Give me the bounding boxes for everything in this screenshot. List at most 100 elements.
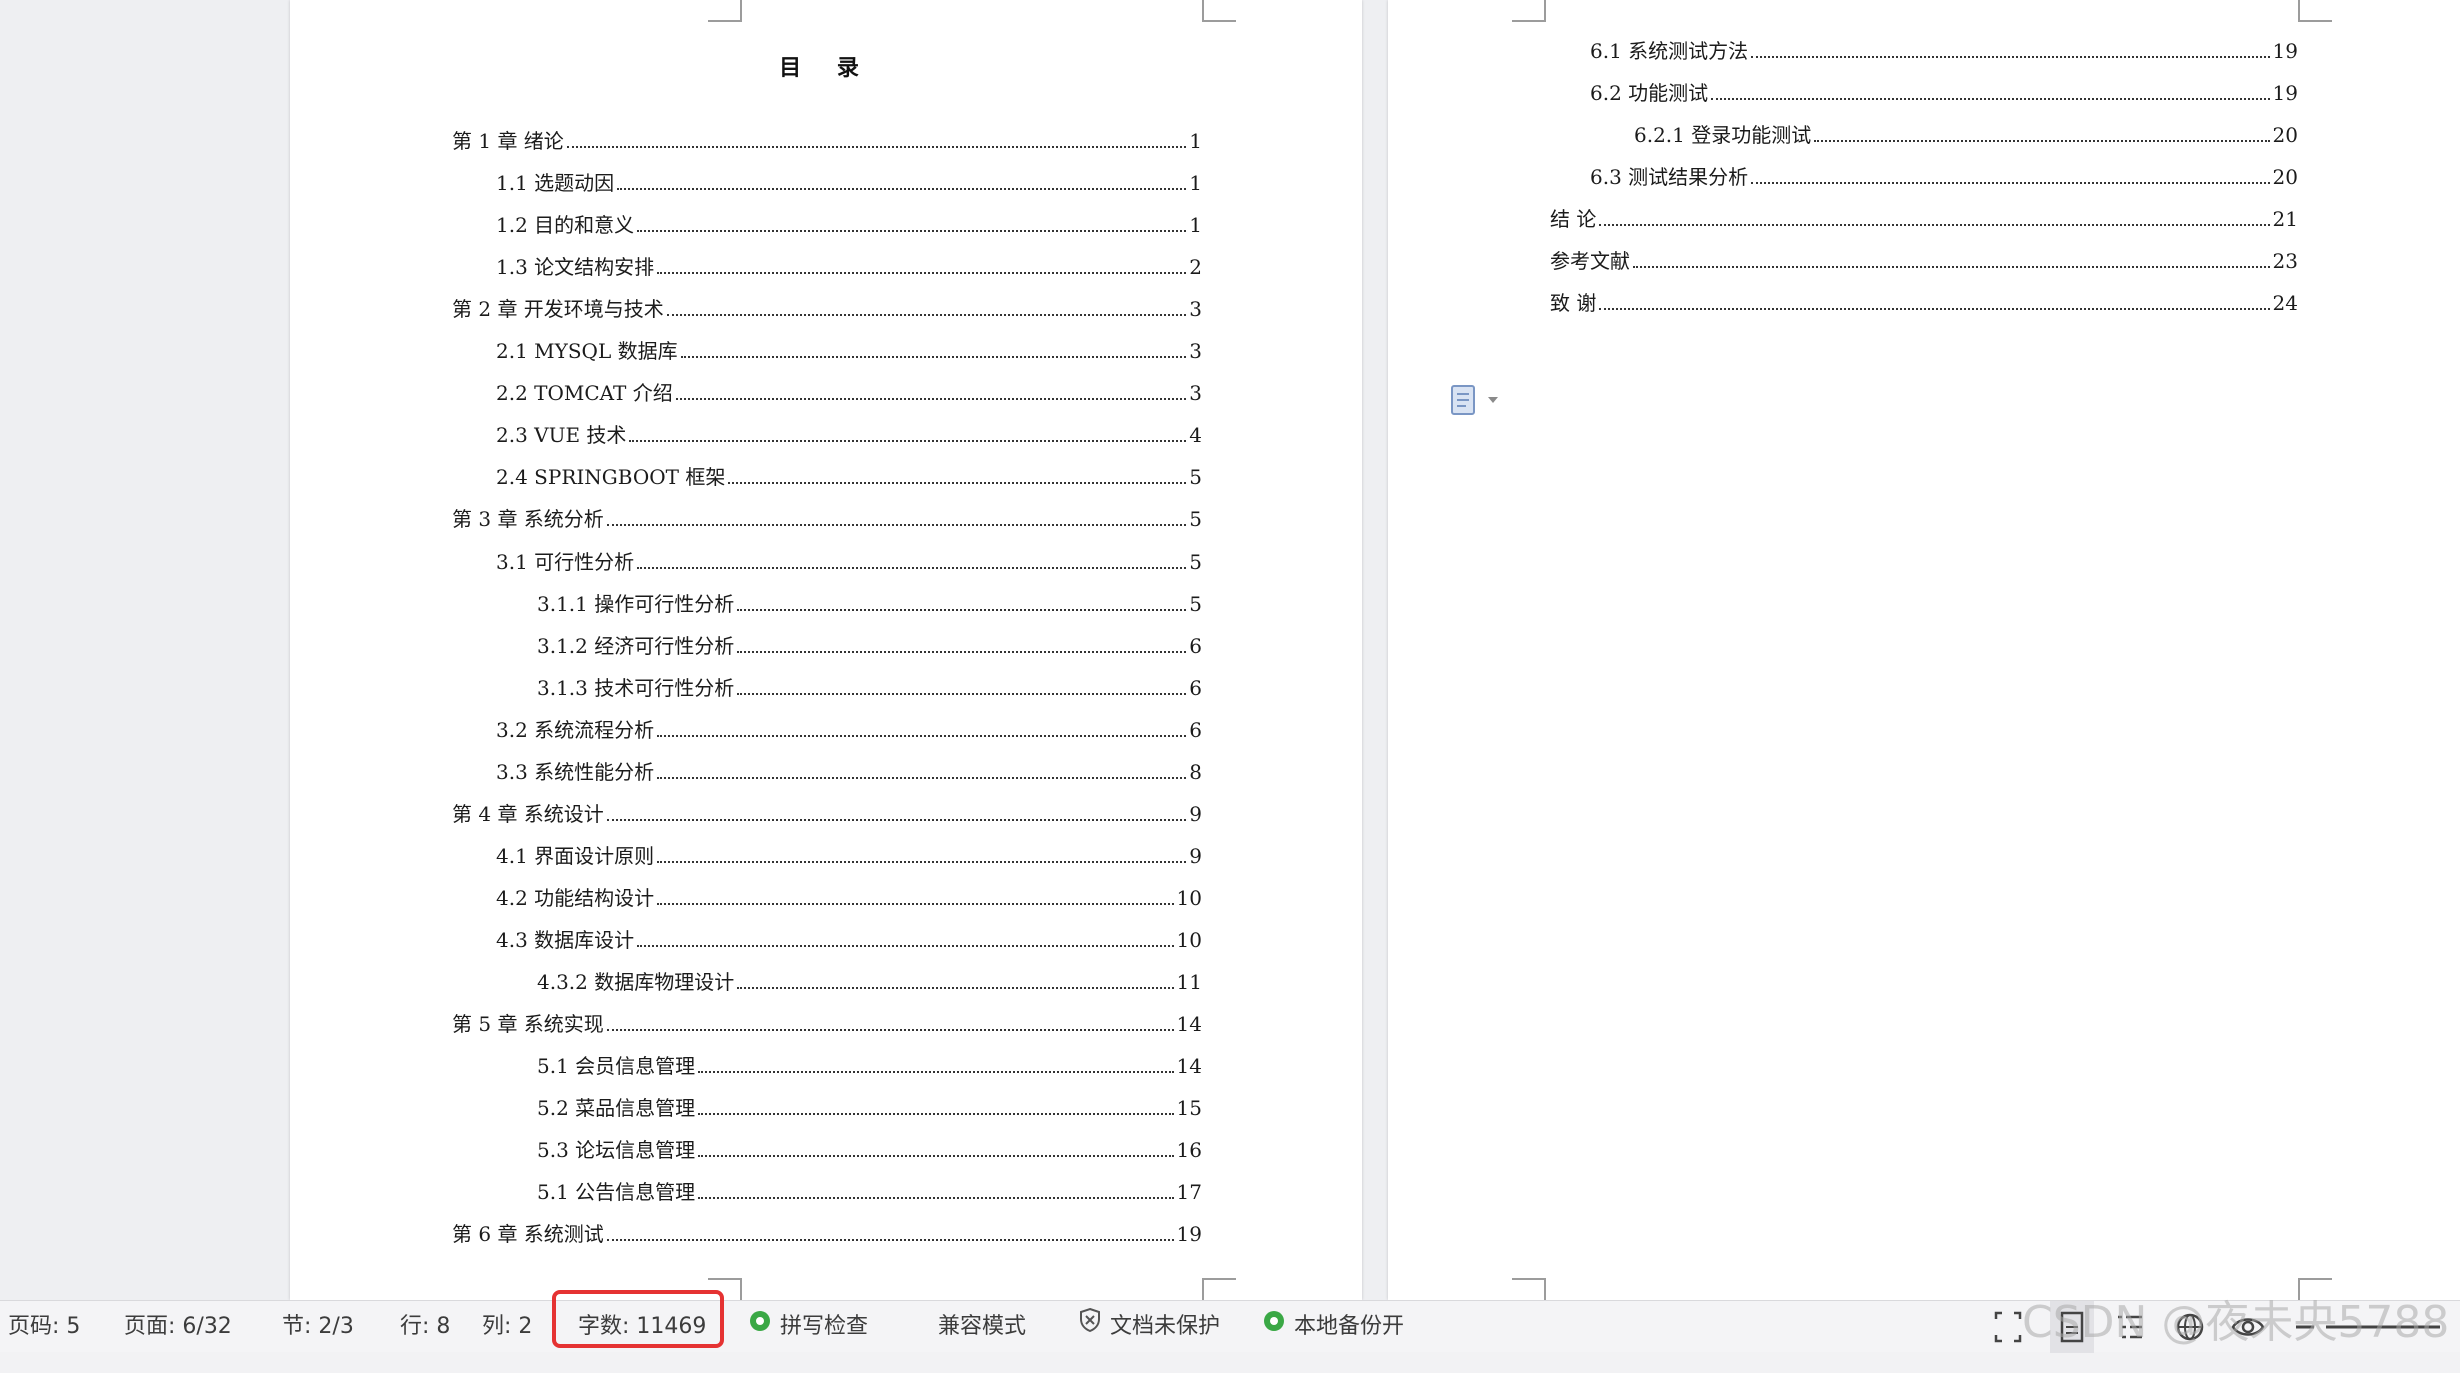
spell-check-button[interactable]: 拼写检查 (748, 1301, 868, 1353)
toc-entry-title: 第 1 章 绪论 (452, 129, 564, 153)
toc-entry-title: 3.3 系统性能分析 (496, 759, 655, 784)
document-page-right[interactable]: 6.1 系统测试方法 19 6.2 功能测试 19 6.2.1 登录功能测试 20 6.3 … (1388, 0, 2460, 1300)
toc-leader-dots (698, 1197, 1174, 1200)
toc-leader-dots (1814, 140, 2270, 142)
toc-leader-dots (680, 356, 1187, 359)
toc-entry-title: 3.1.2 经济可行性分析 (537, 633, 735, 658)
compat-mode-button[interactable]: 兼容模式 (938, 1301, 1026, 1353)
toc-entry[interactable]: 2.1 MYSQL 数据库 3 (496, 338, 1202, 364)
toc-entry[interactable]: 5.1 会员信息管理 14 (537, 1053, 1202, 1079)
toc-entry[interactable]: 2.2 TOMCAT 介绍 3 (496, 380, 1202, 406)
toc-entry[interactable]: 结 论 21 (1550, 206, 2298, 232)
toc-entry-title: 3.1 可行性分析 (496, 549, 635, 574)
toc-entry[interactable]: 2.4 SPRINGBOOT 框架 5 (496, 464, 1202, 490)
toc-entry[interactable]: 致 谢 24 (1550, 290, 2298, 316)
toc-entry[interactable]: 3.1 可行性分析 5 (496, 549, 1202, 575)
toc-entry-page-number: 3 (1189, 339, 1202, 364)
toc-entry-title: 1.2 目的和意义 (496, 213, 635, 238)
status-section[interactable]: 节: 2/3 (282, 1301, 354, 1353)
toc-entry[interactable]: 3.1.2 经济可行性分析 6 (537, 633, 1202, 659)
toc-entry[interactable]: 4.1 界面设计原则 9 (496, 843, 1202, 869)
paste-options-icon[interactable] (1450, 382, 1510, 418)
toc-leader-dots (657, 776, 1187, 779)
toc-leader-dots (666, 314, 1187, 317)
toc-entry[interactable]: 4.3.2 数据库物理设计 11 (537, 969, 1202, 995)
toc-entry-title: 6.1 系统测试方法 (1590, 39, 1749, 63)
word-count-highlight (552, 1290, 724, 1348)
toc-entry-page-number: 9 (1189, 801, 1202, 826)
toc-entry[interactable]: 3.1.3 技术可行性分析 6 (537, 675, 1202, 701)
toc-entry[interactable]: 1.1 选题动因 1 (496, 170, 1202, 196)
toc-entry[interactable]: 2.3 VUE 技术 4 (496, 422, 1202, 448)
toc-leader-dots (657, 902, 1174, 905)
toc-entry-title: 第 3 章 系统分析 (452, 507, 604, 532)
toc-entry-page-number: 24 (2272, 291, 2298, 315)
toc-entry-page-number: 3 (1189, 381, 1202, 406)
toc-entry[interactable]: 参考文献 23 (1550, 248, 2298, 274)
toc-entry[interactable]: 6.2 功能测试 19 (1590, 80, 2298, 106)
toc-entry-page-number: 11 (1176, 970, 1202, 994)
toc-entry-page-number: 14 (1176, 1012, 1202, 1037)
toc-entry-title: 3.1.1 操作可行性分析 (537, 591, 735, 616)
toc-entry[interactable]: 5.2 菜品信息管理 15 (537, 1095, 1202, 1121)
status-page-count[interactable]: 页面: 6/32 (124, 1301, 232, 1353)
toc-entry[interactable]: 1.2 目的和意义 1 (496, 212, 1202, 238)
toc-entry-page-number: 2 (1189, 255, 1202, 280)
toc-entry-page-number: 16 (1176, 1138, 1202, 1163)
doc-protect-button[interactable]: 文档未保护 (1078, 1301, 1220, 1353)
toc-entry-page-number: 1 (1189, 129, 1202, 153)
status-page-code[interactable]: 页码: 5 (8, 1301, 80, 1353)
toc-entry-page-number: 5 (1189, 591, 1202, 616)
document-page-left[interactable]: 目 录 第 1 章 绪论 1 1.1 选题动因 1 1.2 目的和意义 1 1.3 论文结构… (290, 0, 1362, 1300)
toc-entry[interactable]: 3.3 系统性能分析 8 (496, 759, 1202, 785)
toc-entry[interactable]: 第 1 章 绪论 1 (452, 128, 1202, 154)
local-backup-button[interactable]: 本地备份开 (1262, 1301, 1404, 1353)
toc-entry[interactable]: 第 3 章 系统分析 5 (452, 506, 1202, 532)
toc-entry-title: 5.1 会员信息管理 (537, 1054, 696, 1079)
toc-leader-dots (657, 860, 1187, 863)
toc-entry-page-number: 15 (1176, 1096, 1202, 1121)
status-column[interactable]: 列: 2 (482, 1301, 532, 1353)
toc-entry[interactable]: 1.3 论文结构安排 2 (496, 254, 1202, 280)
toc-entry-page-number: 10 (1176, 927, 1202, 952)
toc-entry[interactable]: 5.3 论坛信息管理 16 (537, 1137, 1202, 1163)
toc-entry[interactable]: 第 4 章 系统设计 9 (452, 801, 1202, 827)
status-row[interactable]: 行: 8 (400, 1301, 450, 1353)
toc-entry-title: 第 5 章 系统实现 (452, 1012, 604, 1037)
toc-entry-title: 3.2 系统流程分析 (496, 717, 655, 742)
toc-entry[interactable]: 4.2 功能结构设计 10 (496, 885, 1202, 911)
toc-entry-title: 参考文献 (1550, 249, 1630, 273)
toc-entry-title: 第 4 章 系统设计 (452, 801, 604, 826)
toc-leader-dots (675, 398, 1187, 401)
toc-entry-page-number: 19 (2272, 81, 2298, 105)
toc-leader-dots (606, 1239, 1174, 1242)
toc-entry-title: 结 论 (1550, 207, 1597, 231)
toc-entry[interactable]: 3.2 系统流程分析 6 (496, 717, 1202, 743)
toc-entry-title: 5.1 公告信息管理 (537, 1180, 696, 1205)
toc-entry[interactable]: 3.1.1 操作可行性分析 5 (537, 591, 1202, 617)
toc-entry[interactable]: 6.2.1 登录功能测试 20 (1634, 122, 2298, 148)
toc-entry-page-number: 5 (1189, 465, 1202, 490)
toc-entry-page-number: 20 (2272, 123, 2298, 147)
toc-entry-title: 4.3.2 数据库物理设计 (537, 970, 735, 994)
toc-entry-page-number: 14 (1176, 1054, 1202, 1079)
toc-entry-title: 5.3 论坛信息管理 (537, 1138, 696, 1163)
shield-icon (1078, 1301, 1102, 1353)
toc-entry[interactable]: 第 2 章 开发环境与技术 3 (452, 296, 1202, 322)
fullscreen-icon[interactable] (1992, 1301, 2024, 1353)
toc-entry[interactable]: 6.3 测试结果分析 20 (1590, 164, 2298, 190)
toc-entry-title: 致 谢 (1550, 291, 1597, 315)
toc-entry[interactable]: 4.3 数据库设计 10 (496, 927, 1202, 953)
toc-entry[interactable]: 第 5 章 系统实现 14 (452, 1011, 1202, 1037)
toc-entry-page-number: 19 (1176, 1222, 1202, 1247)
toc-entry-title: 2.3 VUE 技术 (496, 423, 627, 448)
toc-entry-title: 6.2.1 登录功能测试 (1634, 123, 1812, 147)
toc-entry-title: 1.1 选题动因 (496, 171, 615, 196)
toc-entry[interactable]: 第 6 章 系统测试 19 (452, 1221, 1202, 1247)
toc-leader-dots (728, 482, 1187, 485)
toc-leader-dots (698, 1071, 1174, 1074)
toc-leader-dots (637, 230, 1187, 233)
toc-entry[interactable]: 5.1 公告信息管理 17 (537, 1179, 1202, 1205)
toc-entry[interactable]: 6.1 系统测试方法 19 (1590, 38, 2298, 64)
toc-leader-dots (606, 524, 1187, 527)
